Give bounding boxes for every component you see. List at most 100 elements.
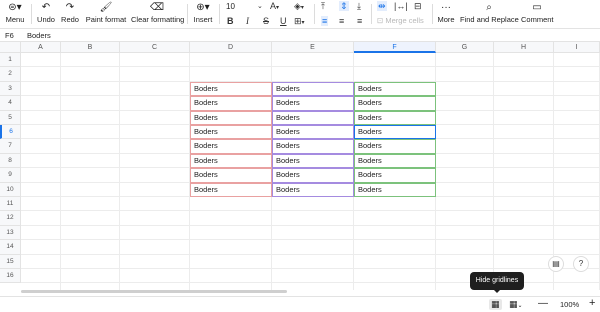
cell-e7[interactable]: Boders (272, 139, 354, 154)
undo-icon: ↶ (41, 2, 51, 13)
cell-d5[interactable]: Boders (190, 110, 272, 125)
gridline-horizontal (21, 210, 600, 212)
toolbar: ⊜▾ Menu ↶ Undo ↷ Redo 🖌 Paint format ⌫ C… (0, 0, 600, 29)
cell-e5[interactable]: Boders (272, 110, 354, 125)
cell-f7[interactable]: Boders (354, 139, 436, 154)
cell-reference[interactable]: F6 (5, 31, 14, 40)
column-width-icon[interactable]: ⇹ (377, 1, 387, 11)
find-replace-icon: ⌕ (486, 2, 492, 13)
cell-d9[interactable]: Boders (190, 168, 272, 183)
cell-f6[interactable]: Boders (354, 125, 436, 140)
align-top-icon[interactable]: ⤒ (321, 1, 325, 11)
cell-d4[interactable]: Boders (190, 96, 272, 111)
bold-icon[interactable]: B (227, 16, 234, 26)
paint-format-button[interactable]: 🖌 Paint format (84, 0, 128, 25)
zoom-level[interactable]: 100% (560, 300, 579, 309)
cell-e9[interactable]: Boders (272, 168, 354, 183)
strikethrough-icon[interactable]: S (263, 16, 269, 26)
cell-d10[interactable]: Boders (190, 182, 272, 197)
cell-f8[interactable]: Boders (354, 153, 436, 169)
cell-e3[interactable]: Boders (272, 81, 354, 97)
freeze-icon[interactable]: ▦⌄ (509, 299, 523, 310)
row-header-5[interactable]: 5 (0, 110, 21, 125)
row-header-3[interactable]: 3 (0, 81, 21, 97)
fill-color-icon[interactable]: ◈▾ (294, 1, 304, 13)
row-header-13[interactable]: 13 (0, 225, 21, 241)
column-header-i[interactable]: I (554, 42, 600, 53)
insert-button[interactable]: ⊕▾ Insert (192, 0, 214, 25)
cell-f10[interactable]: Boders (354, 182, 436, 197)
align-middle-icon[interactable]: ⇕ (339, 1, 349, 11)
cell-d3[interactable]: Boders (190, 81, 272, 97)
spreadsheet-grid[interactable]: A B C D E F G H I 1 2 3 4 5 6 7 8 9 10 11 12 13 14 15 16 Boders Bo… (0, 42, 600, 290)
comment-button[interactable]: ▭ Comment (521, 0, 554, 25)
column-header-f[interactable]: F (354, 42, 436, 53)
align-right-icon[interactable]: ≡ (357, 16, 362, 26)
cell-e6[interactable]: Boders (272, 125, 354, 140)
row-header-14[interactable]: 14 (0, 240, 21, 255)
cell-d7[interactable]: Boders (190, 139, 272, 154)
cell-f5[interactable]: Boders (354, 110, 436, 125)
more-button[interactable]: ··· More (436, 0, 456, 25)
comment-icon: ▭ (532, 2, 542, 13)
chevron-down-icon[interactable]: ⌄ (257, 2, 263, 12)
help-icon[interactable]: ? (573, 256, 589, 272)
select-all-corner[interactable] (0, 42, 21, 53)
column-header-a[interactable]: A (21, 42, 61, 53)
row-header-2[interactable]: 2 (0, 67, 21, 82)
gridlines-icon[interactable]: ▦ (489, 299, 502, 310)
column-header-c[interactable]: C (120, 42, 190, 53)
document-icon[interactable]: ▤ (548, 256, 564, 272)
row-header-9[interactable]: 9 (0, 168, 21, 183)
cell-e4[interactable]: Boders (272, 96, 354, 111)
toolbar-separator (432, 4, 433, 24)
row-header-12[interactable]: 12 (0, 211, 21, 226)
cell-d8[interactable]: Boders (190, 153, 272, 169)
menu-button[interactable]: ⊜▾ Menu (4, 0, 26, 25)
find-replace-button[interactable]: ⌕ Find and Replace (460, 0, 519, 25)
zoom-in-icon[interactable]: + (589, 297, 595, 309)
text-color-icon[interactable]: A▾ (270, 1, 279, 13)
align-left-icon[interactable]: ≡ (321, 16, 329, 26)
cell-e10[interactable]: Boders (272, 182, 354, 197)
merge-cells-button[interactable]: ⊡ Merge cells (377, 16, 424, 25)
cell-f4[interactable]: Boders (354, 96, 436, 111)
zoom-out-icon[interactable]: — (538, 298, 548, 309)
gridline-horizontal (21, 268, 600, 269)
toolbar-separator (219, 4, 220, 24)
column-header-h[interactable]: H (494, 42, 554, 53)
borders-icon[interactable]: ⊞▾ (294, 16, 305, 28)
column-header-e[interactable]: E (272, 42, 354, 53)
paint-format-icon: 🖌 (99, 2, 113, 13)
formula-input[interactable]: Boders (27, 31, 51, 40)
row-header-4[interactable]: 4 (0, 96, 21, 111)
cell-f9[interactable]: Boders (354, 168, 436, 183)
align-center-icon[interactable]: ≡ (339, 16, 344, 26)
undo-button[interactable]: ↶ Undo (36, 0, 56, 25)
horizontal-scrollbar[interactable] (21, 290, 287, 293)
row-header-7[interactable]: 7 (0, 139, 21, 154)
row-header-10[interactable]: 10 (0, 182, 21, 197)
redo-button[interactable]: ↷ Redo (60, 0, 80, 25)
font-size-select[interactable]: 10 (226, 2, 235, 11)
row-height-icon[interactable]: |↔| (394, 1, 408, 11)
cell-f3[interactable]: Boders (354, 81, 436, 97)
column-header-b[interactable]: B (61, 42, 120, 53)
column-header-g[interactable]: G (436, 42, 494, 53)
row-header-15[interactable]: 15 (0, 254, 21, 269)
row-header-6[interactable]: 6 (0, 125, 21, 140)
clear-formatting-button[interactable]: ⌫ Clear formatting (131, 0, 184, 25)
cell-d6[interactable]: Boders (190, 125, 272, 140)
tooltip-arrow (493, 289, 501, 293)
row-header-8[interactable]: 8 (0, 153, 21, 169)
column-header-d[interactable]: D (190, 42, 272, 53)
row-header-1[interactable]: 1 (0, 53, 21, 68)
wrap-icon[interactable]: ⊟ (414, 1, 422, 11)
underline-icon[interactable]: U (280, 16, 287, 26)
italic-icon[interactable]: I (246, 16, 249, 26)
row-header-11[interactable]: 11 (0, 197, 21, 212)
more-icon: ··· (441, 2, 451, 13)
row-header-16[interactable]: 16 (0, 269, 21, 284)
align-bottom-icon[interactable]: ⤓ (357, 1, 361, 11)
cell-e8[interactable]: Boders (272, 153, 354, 169)
